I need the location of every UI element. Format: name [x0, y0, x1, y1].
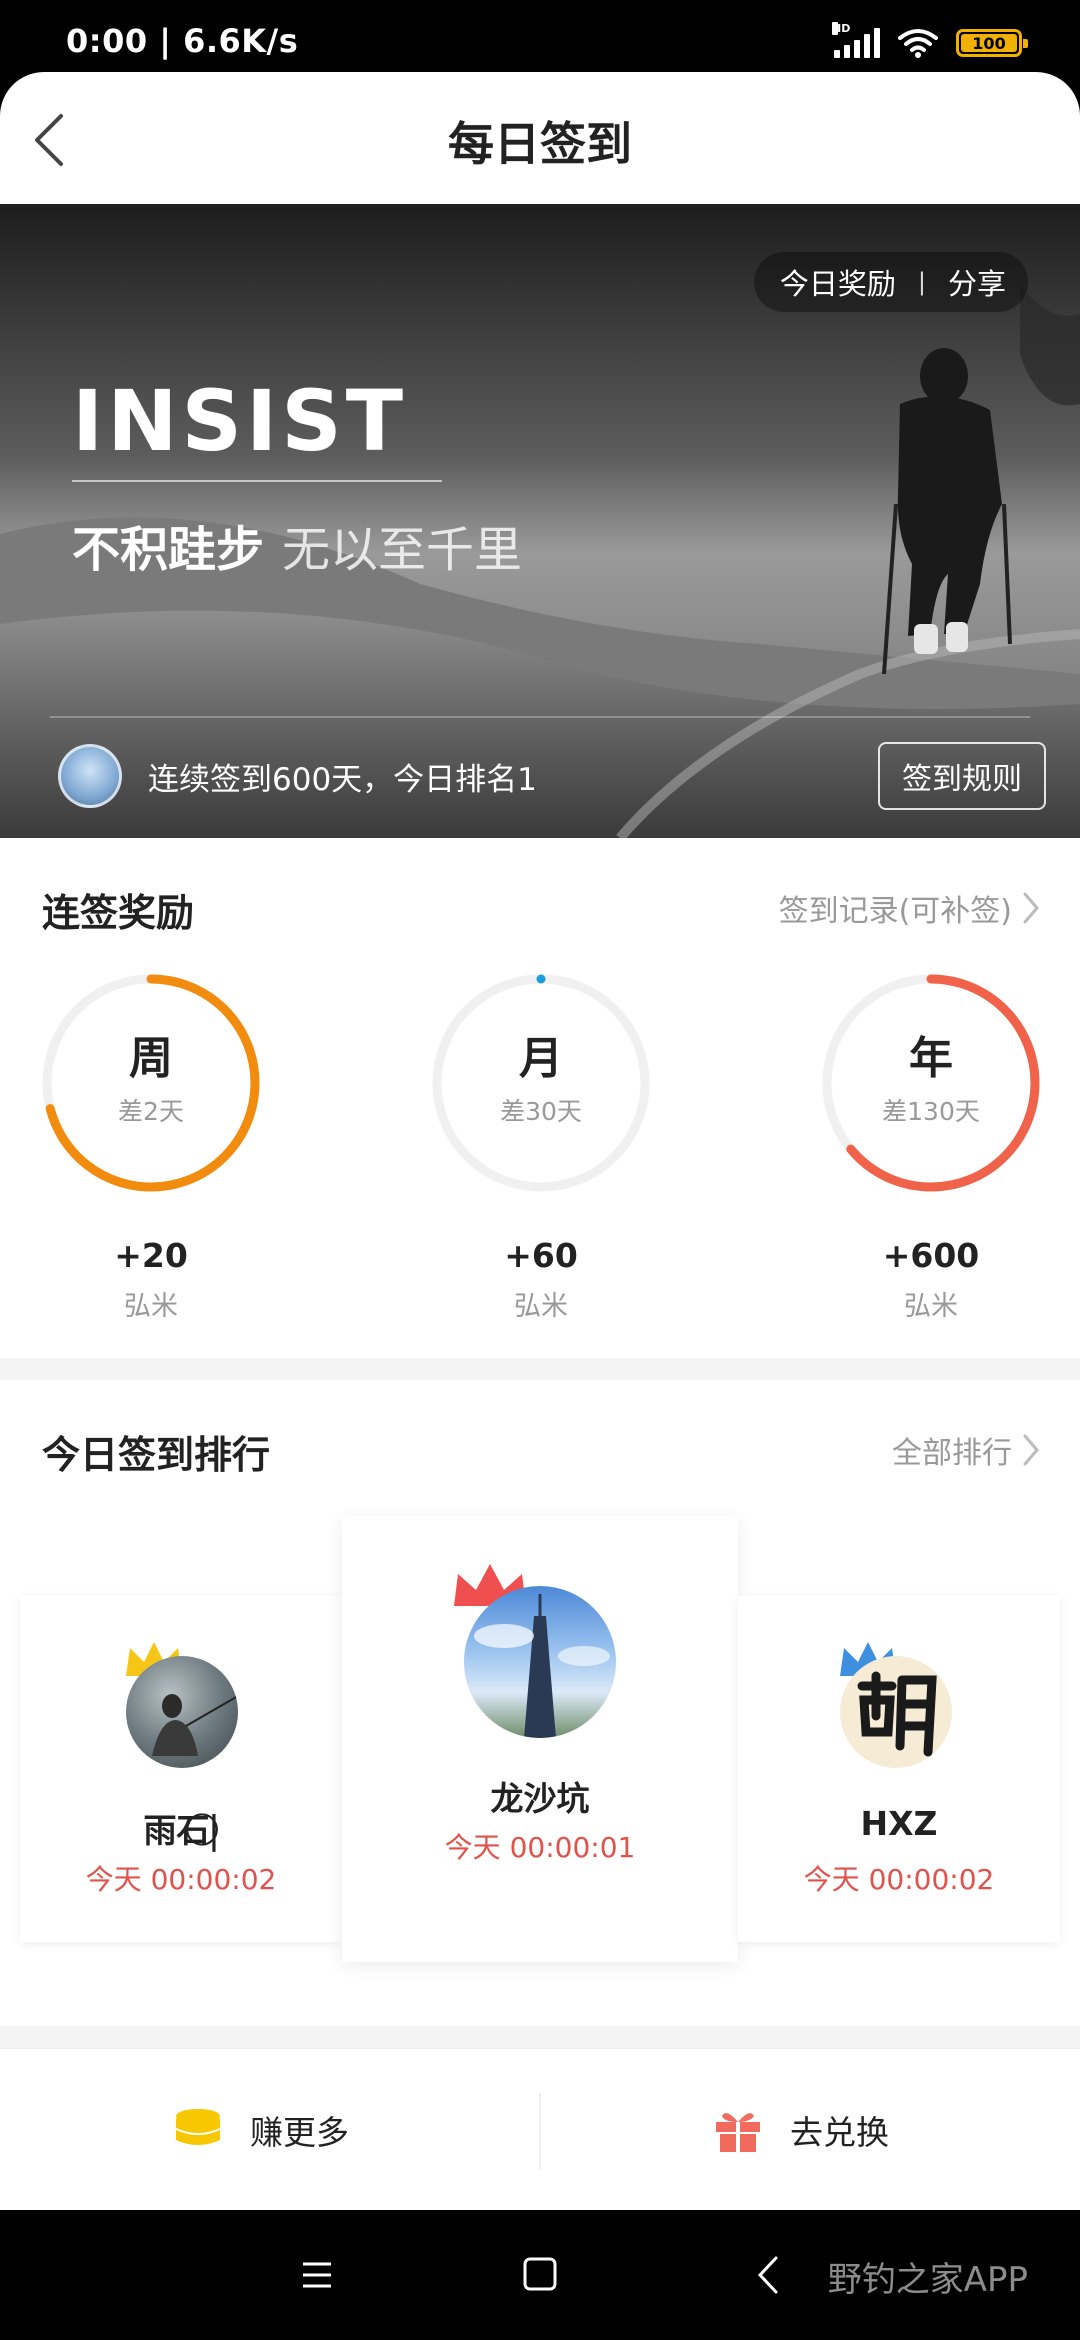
battery-level: 100 — [972, 33, 1006, 53]
network-type-label: HD — [832, 22, 851, 35]
reward-unit: 弘米 — [514, 1291, 568, 1322]
reward-unit: 弘米 — [124, 1291, 178, 1322]
home-icon[interactable] — [522, 2250, 558, 2300]
avatar — [126, 1656, 238, 1768]
rank-checkin-time: 今天 00:00:02 — [803, 1863, 995, 1896]
app-watermark: 野钓之家APP — [827, 2260, 1028, 2300]
menu-icon[interactable] — [300, 2250, 334, 2300]
banner-headline: INSIST — [72, 372, 408, 470]
coin-stack-icon — [176, 2109, 220, 2145]
reward-share-pill: 今日奖励 | 分享 — [753, 252, 1028, 312]
rank-card-3[interactable]: HXZ 今天 00:00:02 — [738, 1596, 1060, 1942]
checkin-rules-button[interactable]: 签到规则 — [878, 742, 1046, 810]
rank-user-name: 雨石|⃝ — [143, 1811, 219, 1850]
redeem-button[interactable]: 去兑换 — [714, 2049, 889, 2211]
banner-divider — [50, 716, 1030, 718]
rank-user-name: 龙沙坑 — [490, 1779, 590, 1818]
reward-ring-week[interactable]: 周 差2天 — [38, 970, 264, 1196]
chevron-right-icon — [1023, 1434, 1039, 1466]
reward-ring-year[interactable]: 年 差130天 — [818, 970, 1044, 1196]
bottom-action-bar: 赚更多 去兑换 — [0, 2048, 1080, 2210]
rank-user-name: HXZ — [860, 1804, 938, 1843]
rank-card-2[interactable]: 雨石|⃝ 今天 00:00:02 — [20, 1596, 342, 1942]
reward-amount: +20 — [114, 1236, 188, 1275]
reward-amount: +600 — [882, 1236, 980, 1275]
all-ranking-link[interactable]: 全部排行 — [892, 1428, 1040, 1472]
redeem-label: 去兑换 — [790, 2113, 889, 2152]
status-time: 0:00 | 6.6K/s — [66, 22, 299, 60]
slogan-rest: 无以至千里 — [282, 522, 523, 578]
earn-more-label: 赚更多 — [250, 2113, 349, 2152]
checkin-record-link[interactable]: 签到记录(可补签) — [779, 886, 1040, 930]
gift-icon — [716, 2113, 760, 2152]
wifi-icon — [898, 29, 938, 58]
reward-amount: +60 — [504, 1236, 578, 1275]
reward-ring-month[interactable]: 月 差30天 — [428, 970, 654, 1196]
action-divider — [539, 2093, 541, 2169]
reward-period: 周 — [129, 1033, 173, 1084]
avatar — [840, 1656, 952, 1768]
reward-remaining: 差30天 — [500, 1097, 582, 1126]
status-icons: HD 100 — [832, 22, 1028, 58]
streak-rewards-section: 连签奖励 签到记录(可补签) 周 差2天 +20 弘米 月 差30天 +60 弘… — [0, 838, 1080, 1358]
rank-checkin-time: 今天 00:00:02 — [85, 1863, 277, 1896]
reward-period: 年 — [909, 1033, 953, 1084]
rank-card-1[interactable]: 龙沙坑 今天 00:00:01 — [342, 1516, 738, 1962]
daily-ranking-section: 今日签到排行 全部排行 雨石|⃝ 今天 00:00:02 龙沙坑 今天 00:0… — [0, 1380, 1080, 2026]
earn-more-button[interactable]: 赚更多 — [174, 2049, 349, 2211]
page-header: 每日签到 — [0, 72, 1080, 204]
section-title-rewards: 连签奖励 — [42, 891, 195, 935]
reward-period: 月 — [519, 1033, 563, 1084]
checkin-record-label: 签到记录(可补签) — [778, 894, 1012, 929]
checkin-banner: 今日奖励 | 分享 INSIST 不积跬步 无以至千里 连续签到600天，今日排名… — [0, 204, 1080, 838]
streak-status-text: 连续签到600天，今日排名1 — [148, 762, 537, 798]
share-link[interactable]: 分享 — [948, 261, 1006, 303]
pill-divider: | — [917, 268, 926, 296]
signal-icon: HD — [832, 22, 880, 58]
avatar — [464, 1586, 616, 1738]
back-nav-icon[interactable] — [756, 2250, 780, 2300]
section-divider — [0, 2026, 1080, 2048]
section-divider — [0, 1358, 1080, 1380]
section-title-ranking: 今日签到排行 — [42, 1433, 271, 1477]
rank-checkin-time: 今天 00:00:01 — [444, 1831, 636, 1864]
reward-remaining: 差130天 — [882, 1097, 980, 1126]
reward-remaining: 差2天 — [118, 1097, 184, 1126]
today-reward-link[interactable]: 今日奖励 — [780, 261, 896, 303]
all-ranking-label: 全部排行 — [892, 1436, 1012, 1471]
reward-unit: 弘米 — [904, 1291, 958, 1322]
system-nav-bar: 野钓之家APP — [0, 2210, 1080, 2340]
slogan-main: 不积跬步 — [72, 522, 265, 578]
banner-slogan: 不积跬步 无以至千里 — [72, 510, 522, 580]
battery-icon: 100 — [956, 29, 1028, 57]
page-title: 每日签到 — [448, 117, 632, 171]
headline-underline — [72, 480, 442, 482]
avatar — [58, 744, 122, 808]
chevron-right-icon — [1023, 892, 1039, 924]
